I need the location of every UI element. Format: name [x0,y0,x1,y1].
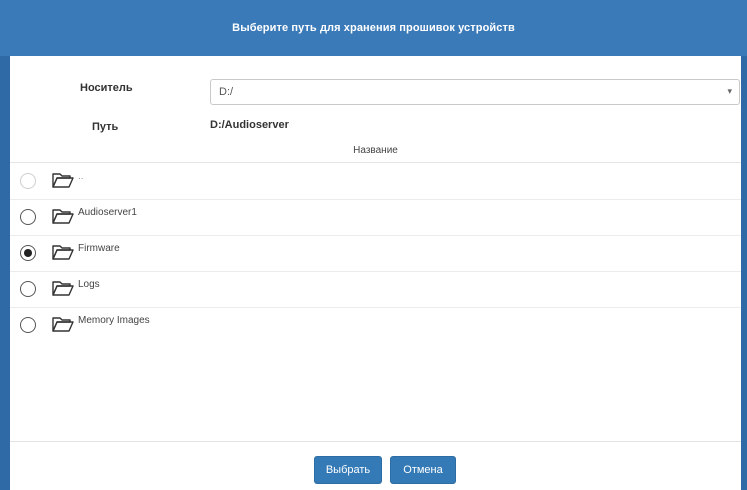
radio-button[interactable] [20,245,36,261]
select-button[interactable]: Выбрать [314,456,382,484]
folder-picker-dialog: Выберите путь для хранения прошивок устр… [0,0,747,490]
list-item-label: Memory Images [78,315,150,326]
dialog-border-right [741,56,747,490]
list-item[interactable]: Firmware [10,235,741,272]
list-item-label: Audioserver1 [78,207,137,218]
radio-button[interactable] [20,209,36,225]
path-label: Путь [92,121,119,133]
list-item-label: .. [78,171,84,182]
list-item[interactable]: Logs [10,271,741,308]
cancel-button[interactable]: Отмена [390,456,456,484]
list-item[interactable]: .. [10,163,741,200]
dialog-border-left [0,56,10,490]
folder-icon [52,245,74,260]
dialog-title: Выберите путь для хранения прошивок устр… [0,0,747,56]
list-item[interactable]: Audioserver1 [10,199,741,236]
list-item[interactable]: Memory Images [10,307,741,343]
folder-icon [52,281,74,296]
folder-icon [52,209,74,224]
footer-divider [10,441,741,442]
column-header-name: Название [10,140,741,163]
radio-button[interactable] [20,173,36,189]
media-select-value: D:/ [219,86,234,98]
folder-icon [52,317,74,332]
media-label: Носитель [80,82,133,94]
chevron-down-icon: ▾ [727,86,732,96]
list-item-label: Logs [78,279,100,290]
media-select[interactable]: D:/ ▾ [210,79,740,105]
radio-button[interactable] [20,281,36,297]
list-item-label: Firmware [78,243,120,254]
folder-icon [52,173,74,188]
radio-button[interactable] [20,317,36,333]
path-value: D:/Audioserver [210,119,289,131]
